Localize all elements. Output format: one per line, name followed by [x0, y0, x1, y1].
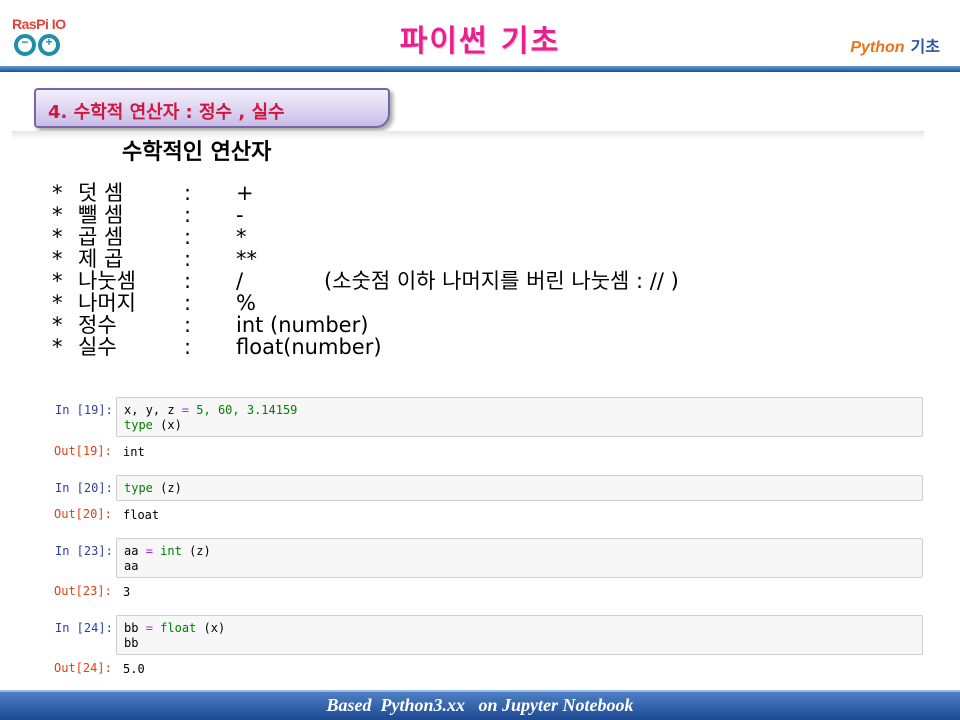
- header-divider: [0, 66, 960, 72]
- operator-row: * 뺄 셈 : -: [52, 204, 679, 226]
- operator-colon: :: [184, 335, 192, 359]
- operator-symbol: -: [236, 203, 244, 227]
- operator-colon: :: [184, 313, 192, 337]
- in-prompt: In [23]:: [55, 544, 113, 558]
- cell-output: float: [123, 508, 160, 522]
- in-prompt: In [24]:: [55, 621, 113, 635]
- operator-name: 곱 셈: [78, 225, 124, 249]
- footer-text: Based Python3.xx on Jupyter Notebook: [326, 695, 634, 715]
- code-input-cell[interactable]: aa = int (z) aa: [116, 538, 923, 578]
- code-operator: =: [181, 403, 190, 417]
- code-token: bb: [124, 636, 139, 650]
- operator-row: * 곱 셈 : *: [52, 226, 679, 248]
- operator-symbol: %: [236, 291, 256, 315]
- code-token: x, y, z: [124, 403, 182, 417]
- operator-name: 나눗셈: [78, 269, 136, 293]
- in-prompt: In [20]:: [55, 481, 113, 495]
- operator-row: * 실수 : float(number): [52, 336, 679, 358]
- code-token: (z): [152, 481, 182, 495]
- operator-name: 정수: [78, 313, 117, 337]
- out-prompt: Out[19]:: [54, 444, 112, 458]
- operator-name: 덧 셈: [78, 181, 124, 205]
- page-title: 파이썬 기초: [399, 24, 561, 59]
- operator-name: 뺄 셈: [78, 203, 124, 227]
- operator-bullet: *: [52, 313, 63, 337]
- code-input-cell[interactable]: x, y, z = 5, 60, 3.14159 type (x): [116, 397, 923, 437]
- cell-output: 5.0: [123, 662, 145, 676]
- code-token: (z): [181, 544, 211, 558]
- operator-symbol: int (number): [236, 313, 369, 337]
- operator-row: * 정수 : int (number): [52, 314, 679, 336]
- operator-bullet: *: [52, 203, 63, 227]
- operator-colon: :: [184, 181, 192, 205]
- operator-row: * 제 곱 : **: [52, 248, 679, 270]
- code-token: aa: [124, 559, 139, 573]
- operator-bullet: *: [52, 291, 63, 315]
- cell-output: int: [123, 445, 145, 459]
- code-operator: =: [145, 621, 153, 635]
- slide-footer: Based Python3.xx on Jupyter Notebook: [0, 690, 960, 720]
- slide-header: RasPi IO − + 파이썬 기초 Python 기초: [0, 0, 960, 72]
- operator-name: 실수: [78, 335, 117, 359]
- cell-output: 3: [123, 585, 131, 599]
- operator-list: * 덧 셈 : + * 뺄 셈 : - * 곱 셈 : * * 제 곱 : **…: [52, 182, 679, 358]
- code-builtin: type: [124, 418, 153, 432]
- operator-note: (소숫점 이하 나머지를 버린 나눗셈 : // ): [324, 269, 679, 293]
- code-token: bb: [124, 621, 146, 635]
- operator-name: 나머지: [78, 291, 136, 315]
- operator-name: 제 곱: [78, 247, 124, 271]
- out-prompt: Out[23]:: [54, 584, 112, 598]
- operator-symbol: *: [236, 225, 247, 249]
- operator-symbol: float(number): [236, 335, 382, 359]
- operator-bullet: *: [52, 181, 63, 205]
- code-builtin: float: [160, 621, 197, 635]
- operator-symbol: /: [236, 269, 244, 293]
- header-tag: Python 기초: [850, 33, 940, 57]
- code-operator: =: [145, 544, 153, 558]
- code-token: aa: [124, 544, 146, 558]
- operator-colon: :: [184, 291, 192, 315]
- operator-bullet: *: [52, 269, 63, 293]
- operator-bullet: *: [52, 225, 63, 249]
- operator-colon: :: [184, 247, 192, 271]
- code-token: (x): [152, 418, 182, 432]
- operator-row: * 나눗셈 : / (소숫점 이하 나머지를 버린 나눗셈 : // ): [52, 270, 679, 292]
- code-token: (x): [196, 621, 226, 635]
- section-banner-text: 4. 수학적 연산자 : 정수 , 실수: [48, 102, 285, 123]
- out-prompt: Out[24]:: [54, 661, 112, 675]
- operator-colon: :: [184, 225, 192, 249]
- out-prompt: Out[20]:: [54, 507, 112, 521]
- operator-colon: :: [184, 269, 192, 293]
- code-input-cell[interactable]: bb = float (x) bb: [116, 615, 923, 655]
- markdown-heading: 수학적인 연산자: [122, 140, 272, 165]
- code-builtin: type: [124, 481, 153, 495]
- operator-bullet: *: [52, 335, 63, 359]
- code-builtin: int: [160, 544, 182, 558]
- header-tag-ko: 기초: [910, 39, 940, 56]
- operator-colon: :: [184, 203, 192, 227]
- section-banner: 4. 수학적 연산자 : 정수 , 실수: [34, 88, 390, 128]
- code-number: 5, 60, 3.14159: [196, 403, 298, 417]
- in-prompt: In [19]:: [55, 403, 113, 417]
- operator-row: * 나머지 : %: [52, 292, 679, 314]
- operator-row: * 덧 셈 : +: [52, 182, 679, 204]
- operator-symbol: **: [236, 247, 257, 271]
- operator-bullet: *: [52, 247, 63, 271]
- code-input-cell[interactable]: type (z): [116, 475, 923, 501]
- header-tag-en: Python: [850, 39, 905, 56]
- operator-symbol: +: [236, 181, 254, 205]
